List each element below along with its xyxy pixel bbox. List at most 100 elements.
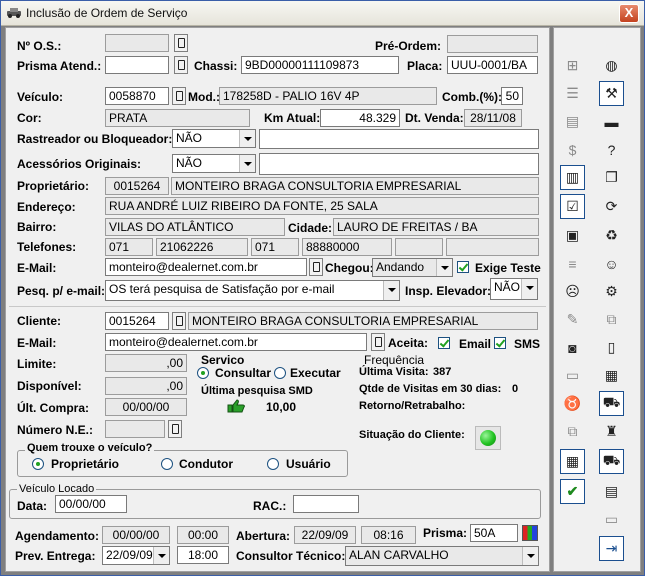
dt-venda-label: Dt. Venda:: [405, 111, 464, 125]
sad-face-icon[interactable]: ☹: [560, 279, 585, 304]
card-icon[interactable]: ▭: [599, 507, 624, 532]
tel2-field: 88880000: [302, 238, 392, 256]
report-icon[interactable]: ▦: [560, 449, 585, 474]
email-lookup-icon[interactable]: [309, 258, 323, 276]
table-icon[interactable]: ▤: [599, 479, 624, 504]
veiculo-lookup-icon[interactable]: [172, 87, 186, 105]
situacao-panel: [475, 426, 501, 450]
email-field[interactable]: monteiro@dealernet.com.br: [105, 258, 307, 276]
cor-label: Cor:: [17, 111, 42, 125]
numero-ne-field[interactable]: [105, 420, 165, 438]
os-field[interactable]: [105, 34, 169, 52]
prop-code-field: 0015264: [105, 177, 169, 195]
consultar-radio[interactable]: [197, 367, 209, 379]
disponivel-label: Disponível:: [17, 379, 82, 393]
duplicate-icon[interactable]: ❐: [599, 165, 624, 190]
car-side-icon[interactable]: ▬: [599, 109, 624, 134]
condutor-opt-label: Condutor: [179, 457, 233, 471]
car-icon: [7, 8, 21, 18]
prisma-field[interactable]: 50A: [470, 524, 518, 542]
edit-icon[interactable]: ✎: [560, 307, 585, 332]
ultima-visita-label: Última Visita:: [359, 366, 429, 378]
cliente-label: Cliente:: [17, 314, 62, 328]
prev-hora-field[interactable]: 18:00: [177, 546, 229, 564]
close-button[interactable]: X: [619, 4, 639, 23]
chassi-field[interactable]: 9BD00000111109873: [241, 56, 399, 74]
numero-ne-label: Número N.E.:: [17, 423, 94, 437]
help-icon[interactable]: ?: [599, 137, 624, 162]
exige-teste-checkbox[interactable]: [457, 261, 469, 273]
sync-icon[interactable]: ♻: [599, 223, 624, 248]
vehicle-history-icon[interactable]: ▥: [560, 165, 585, 190]
wrench-icon[interactable]: ⚙: [599, 279, 624, 304]
aceita-sms-checkbox[interactable]: [494, 337, 506, 349]
insp-elevador-label: Insp. Elevador:: [405, 284, 492, 298]
acessorios-select[interactable]: NÃO: [172, 154, 256, 173]
prev-data-select[interactable]: 22/09/09: [102, 546, 170, 565]
rac-field[interactable]: [293, 495, 359, 513]
veiculo-locado-label: Veículo Locado: [17, 483, 97, 495]
prisma-atend-field[interactable]: [105, 56, 169, 74]
cliente-lookup-icon[interactable]: [172, 312, 186, 330]
cliente-name-field: MONTEIRO BRAGA CONSULTORIA EMPRESARIAL: [188, 312, 538, 330]
aceita-email-checkbox[interactable]: [438, 337, 450, 349]
print-icon[interactable]: ▭: [560, 363, 585, 388]
camera-icon[interactable]: ◙: [560, 335, 585, 360]
cliente-email-lookup-icon[interactable]: [371, 333, 385, 351]
smile-icon[interactable]: ☺: [599, 251, 624, 276]
acessorios-desc-field[interactable]: [259, 153, 539, 175]
veiculo-field[interactable]: 0058870: [105, 87, 169, 105]
list-icon[interactable]: ☰: [560, 81, 585, 106]
placa-field[interactable]: UUU-0001/BA: [447, 56, 538, 74]
status-light-icon: [480, 430, 496, 446]
pesq-email-select[interactable]: OS terá pesquisa de Satisfação por e-mai…: [105, 280, 400, 301]
agend-data-field: 00/00/00: [102, 526, 170, 544]
copy-icon[interactable]: ⧉: [560, 419, 585, 444]
expand-icon[interactable]: ⊞: [560, 53, 585, 78]
notes-icon[interactable]: ≡: [560, 251, 585, 276]
acessorios-value: NÃO: [176, 156, 203, 170]
endereco-field: RUA ANDRÉ LUIZ RIBEIRO DA FONTE, 25 SALA: [105, 197, 539, 215]
data-locado-field[interactable]: 00/00/00: [55, 495, 127, 513]
cow-icon[interactable]: ♉: [560, 391, 585, 416]
aceita-email-label: Email: [459, 337, 492, 351]
ult-compra-label: Últ. Compra:: [17, 401, 89, 415]
proprietario-radio[interactable]: [32, 458, 44, 470]
km-field[interactable]: 48.329: [320, 109, 400, 127]
bag-icon[interactable]: ▣: [560, 223, 585, 248]
cliente-code-field[interactable]: 0015264: [105, 312, 169, 330]
rastreador-select[interactable]: NÃO: [172, 129, 256, 148]
cidade-label: Cidade:: [288, 221, 333, 235]
numero-ne-lookup-icon[interactable]: [168, 420, 182, 438]
service-car-icon[interactable]: ⛟: [599, 391, 624, 416]
approve-icon[interactable]: ✔: [560, 479, 585, 504]
document-icon[interactable]: ▯: [599, 335, 624, 360]
comb-field[interactable]: 50: [501, 87, 523, 105]
checklist-icon[interactable]: ☑: [560, 194, 585, 219]
os-lookup-icon[interactable]: [174, 34, 188, 52]
pre-ordem-field[interactable]: [447, 35, 538, 53]
pages-icon[interactable]: ⧉: [599, 307, 624, 332]
prisma-lookup-icon[interactable]: [174, 56, 188, 74]
stamp-icon[interactable]: ♜: [599, 419, 624, 444]
rastreador-desc-field[interactable]: [259, 129, 539, 149]
agend-hora-field: 00:00: [177, 526, 229, 544]
truck-icon[interactable]: ⛟: [599, 449, 624, 474]
document-search-icon[interactable]: ▤: [560, 109, 585, 134]
dollar-icon[interactable]: $: [560, 137, 585, 162]
insp-elevador-select[interactable]: NÃO: [490, 278, 538, 300]
calendar-icon[interactable]: ▦: [599, 363, 624, 388]
refresh-icon[interactable]: ⟳: [599, 194, 624, 219]
usuario-radio[interactable]: [267, 458, 279, 470]
prisma-color-icon[interactable]: [522, 525, 538, 541]
chegou-select[interactable]: Andando: [372, 258, 453, 277]
condutor-radio[interactable]: [161, 458, 173, 470]
tools-icon[interactable]: ⚒: [599, 81, 624, 106]
cliente-email-field[interactable]: monteiro@dealernet.com.br: [105, 333, 367, 351]
abertura-hora-field: 08:16: [361, 526, 416, 544]
exit-icon[interactable]: ⇥: [599, 536, 624, 561]
executar-radio[interactable]: [274, 367, 286, 379]
money-bag-icon[interactable]: ◍: [599, 53, 624, 78]
pesq-email-value: OS terá pesquisa de Satisfação por e-mai…: [109, 282, 335, 296]
consultor-select[interactable]: ALAN CARVALHO: [345, 546, 539, 566]
